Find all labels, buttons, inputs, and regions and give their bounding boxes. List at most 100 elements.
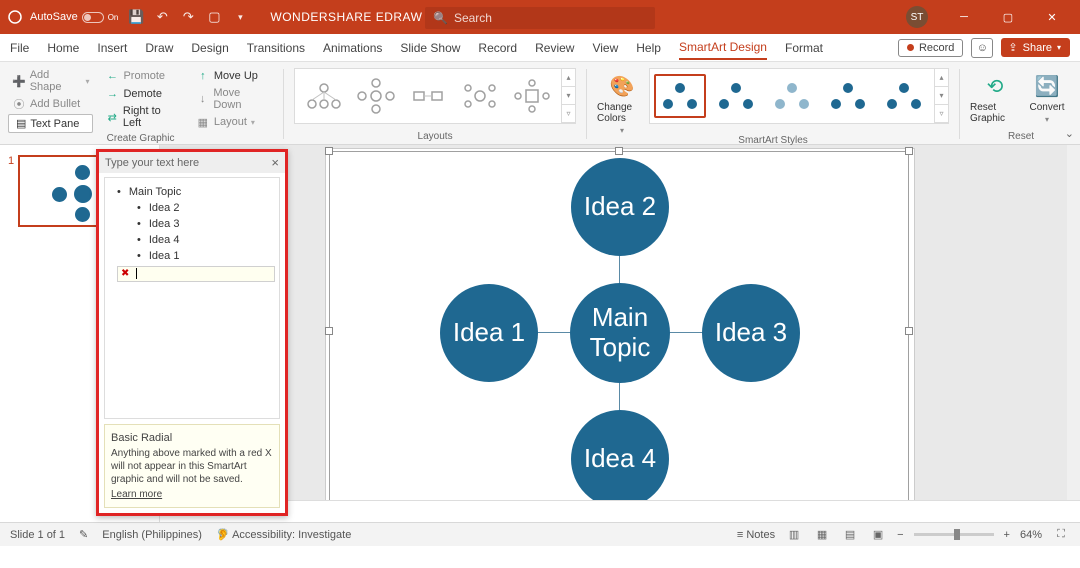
- smartart-container[interactable]: Main Topic Idea 2 Idea 4 Idea 1 Idea 3: [329, 151, 909, 511]
- tab-insert[interactable]: Insert: [97, 37, 127, 59]
- resize-handle[interactable]: [905, 147, 913, 155]
- status-slide: Slide 1 of 1: [10, 529, 65, 541]
- minimize-button[interactable]: ─: [942, 0, 986, 34]
- reset-graphic-button[interactable]: ⟲ Reset Graphic: [970, 68, 1020, 124]
- tab-help[interactable]: Help: [636, 37, 661, 59]
- zoom-percent[interactable]: 64%: [1020, 529, 1042, 541]
- layouts-gallery[interactable]: ▴▾▿: [294, 68, 576, 124]
- normal-view-icon[interactable]: ▥: [785, 527, 803, 543]
- user-avatar[interactable]: ST: [906, 6, 928, 28]
- styles-scroll[interactable]: ▴▾▿: [934, 69, 948, 123]
- resize-handle[interactable]: [325, 147, 333, 155]
- qat-more-icon[interactable]: ▾: [232, 9, 248, 25]
- add-shape-button[interactable]: ➕Add Shape ▾: [8, 68, 93, 94]
- text-pane-button[interactable]: ▤Text Pane: [8, 114, 93, 133]
- layout-option-3[interactable]: [405, 76, 451, 116]
- node-left[interactable]: Idea 1: [440, 284, 538, 382]
- add-bullet-button[interactable]: ⦿Add Bullet: [8, 96, 93, 112]
- node-center[interactable]: Main Topic: [570, 283, 670, 383]
- list-item[interactable]: Idea 2: [109, 200, 275, 216]
- spellcheck-icon[interactable]: ✎: [79, 528, 88, 541]
- resize-handle[interactable]: [905, 327, 913, 335]
- style-option-5[interactable]: [878, 74, 930, 118]
- notes-area[interactable]: Click to add notes: [160, 500, 1080, 522]
- promote-button[interactable]: ←Promote: [101, 68, 183, 84]
- layout-option-2[interactable]: [353, 76, 399, 116]
- learn-more-link[interactable]: Learn more: [111, 488, 162, 501]
- list-item[interactable]: Idea 1: [109, 248, 275, 264]
- new-bullet-input[interactable]: ✖: [117, 266, 275, 282]
- tab-design[interactable]: Design: [191, 37, 228, 59]
- layout-button[interactable]: ▦Layout ▾: [192, 114, 273, 130]
- list-item[interactable]: Idea 4: [109, 232, 275, 248]
- moveup-button[interactable]: ↑Move Up: [192, 68, 273, 84]
- list-item[interactable]: Idea 3: [109, 216, 275, 232]
- fit-window-icon[interactable]: ⛶: [1052, 527, 1070, 543]
- demote-icon: →: [105, 87, 119, 101]
- rtl-button[interactable]: ⇄Right to Left: [101, 104, 183, 130]
- tab-animations[interactable]: Animations: [323, 37, 382, 59]
- slide-number: 1: [8, 155, 14, 227]
- tab-home[interactable]: Home: [47, 37, 79, 59]
- search-box[interactable]: 🔍 Search: [425, 7, 655, 29]
- zoom-slider[interactable]: [914, 533, 994, 536]
- movedown-button[interactable]: ↓Move Down: [192, 86, 273, 112]
- zoom-in-button[interactable]: +: [1004, 529, 1010, 541]
- save-icon[interactable]: 💾: [128, 9, 144, 25]
- tab-transitions[interactable]: Transitions: [247, 37, 305, 59]
- vertical-scrollbar[interactable]: [1067, 145, 1080, 500]
- movedown-icon: ↓: [196, 92, 209, 106]
- style-option-2[interactable]: [710, 74, 762, 118]
- textpane-body[interactable]: Main Topic Idea 2 Idea 3 Idea 4 Idea 1 ✖: [104, 177, 280, 419]
- slide-canvas-area[interactable]: Main Topic Idea 2 Idea 4 Idea 1 Idea 3: [160, 145, 1080, 522]
- style-option-3[interactable]: [766, 74, 818, 118]
- tab-slideshow[interactable]: Slide Show: [400, 37, 460, 59]
- textpane-icon: ▤: [16, 117, 26, 130]
- sorter-view-icon[interactable]: ▦: [813, 527, 831, 543]
- node-bottom[interactable]: Idea 4: [571, 410, 669, 508]
- collapse-ribbon-icon[interactable]: ⌄: [1065, 127, 1074, 140]
- slide-canvas[interactable]: Main Topic Idea 2 Idea 4 Idea 1 Idea 3: [325, 148, 915, 518]
- tab-file[interactable]: File: [10, 37, 29, 59]
- layouts-scroll[interactable]: ▴▾▿: [561, 69, 575, 123]
- close-icon[interactable]: ×: [271, 155, 279, 170]
- layout-option-1[interactable]: [301, 76, 347, 116]
- accessibility-button[interactable]: 🦻 Accessibility: Investigate: [216, 528, 351, 541]
- tab-draw[interactable]: Draw: [145, 37, 173, 59]
- tab-review[interactable]: Review: [535, 37, 574, 59]
- layout-option-4[interactable]: [457, 76, 503, 116]
- style-option-4[interactable]: [822, 74, 874, 118]
- resize-handle[interactable]: [615, 147, 623, 155]
- share-button[interactable]: ⇪Share▾: [1001, 38, 1070, 57]
- close-button[interactable]: ✕: [1030, 0, 1074, 34]
- resize-handle[interactable]: [325, 327, 333, 335]
- node-right[interactable]: Idea 3: [702, 284, 800, 382]
- smartart-text-pane[interactable]: Type your text here × Main Topic Idea 2 …: [96, 149, 288, 516]
- styles-gallery[interactable]: ▴▾▿: [649, 68, 949, 124]
- present-icon[interactable]: ▢: [206, 9, 222, 25]
- autosave-toggle[interactable]: AutoSave On: [30, 11, 118, 23]
- tab-view[interactable]: View: [592, 37, 618, 59]
- feedback-button[interactable]: ☺: [971, 38, 993, 58]
- node-top[interactable]: Idea 2: [571, 158, 669, 256]
- tab-format[interactable]: Format: [785, 37, 823, 59]
- demote-button[interactable]: →Demote: [101, 86, 183, 102]
- undo-icon[interactable]: ↶: [154, 9, 170, 25]
- tab-smartart-design[interactable]: SmartArt Design: [679, 36, 767, 60]
- zoom-out-button[interactable]: −: [897, 529, 903, 541]
- redo-icon[interactable]: ↷: [180, 9, 196, 25]
- add-shape-icon: ➕: [12, 74, 26, 88]
- convert-button[interactable]: 🔄 Convert▾: [1022, 68, 1072, 124]
- notes-button[interactable]: ≡ Notes: [737, 529, 775, 541]
- status-language[interactable]: English (Philippines): [102, 529, 202, 541]
- slideshow-view-icon[interactable]: ▣: [869, 527, 887, 543]
- group-label-layouts: Layouts: [294, 131, 576, 144]
- change-colors-button[interactable]: 🎨 Change Colors▾: [597, 68, 647, 135]
- tab-record[interactable]: Record: [478, 37, 517, 59]
- style-option-1[interactable]: [654, 74, 706, 118]
- maximize-button[interactable]: ▢: [986, 0, 1030, 34]
- reading-view-icon[interactable]: ▤: [841, 527, 859, 543]
- list-item[interactable]: Main Topic: [109, 184, 275, 200]
- layout-option-5[interactable]: [509, 76, 555, 116]
- record-button[interactable]: Record: [898, 39, 963, 57]
